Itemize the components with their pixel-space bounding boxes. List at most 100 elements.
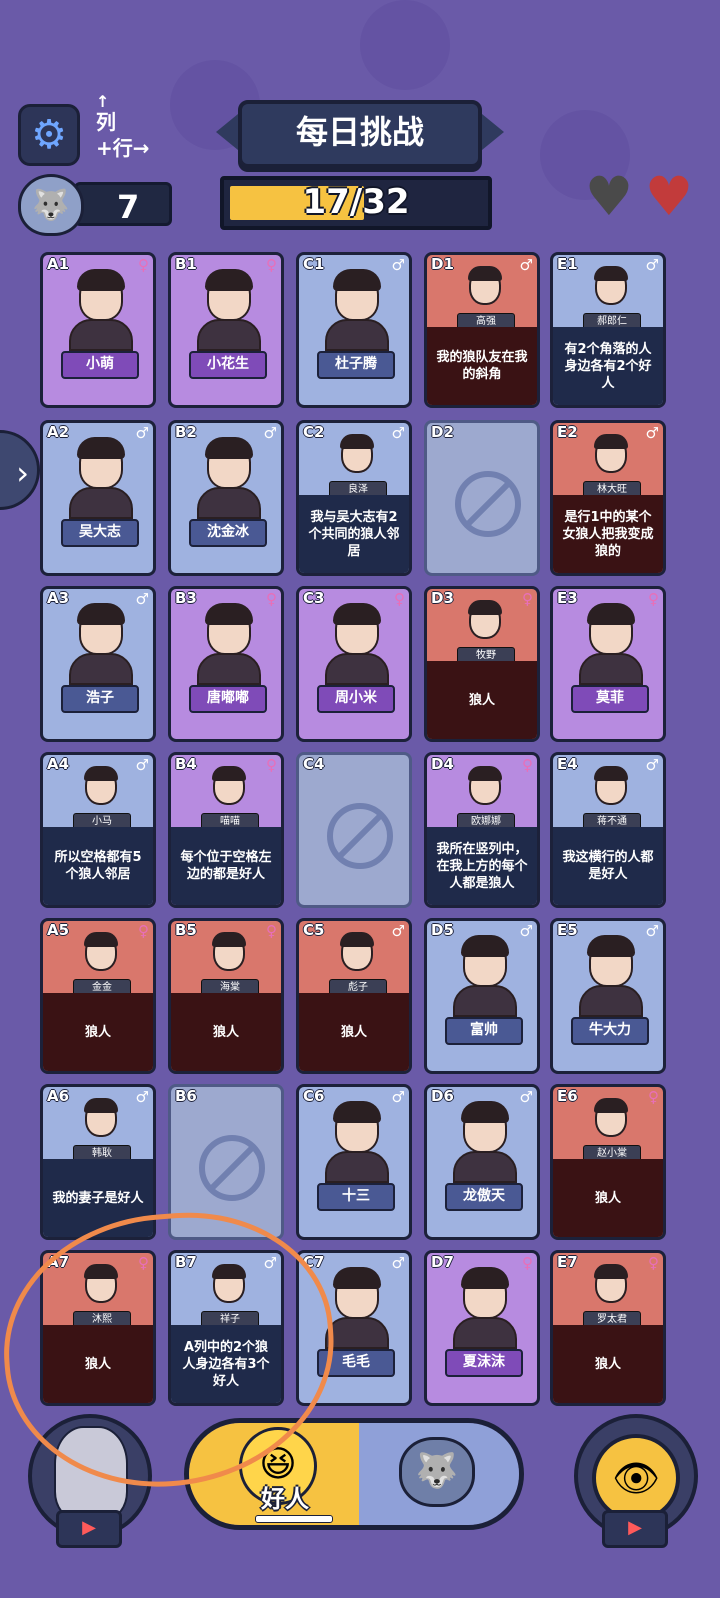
character-portrait bbox=[591, 434, 631, 487]
card-b4[interactable]: B4 ♀ 喵喵 每个位于空格左边的都是好人 bbox=[168, 752, 284, 908]
row-label: +行→ bbox=[96, 136, 150, 160]
card-d5[interactable]: D5 ♂ 富帅 bbox=[424, 918, 540, 1074]
card-coordinate: C4 bbox=[303, 755, 325, 773]
card-e3[interactable]: E3 ♀ 莫菲 bbox=[550, 586, 666, 742]
card-d1[interactable]: D1 ♂ 高强 我的狼队友在我的斜角 bbox=[424, 252, 540, 408]
hint-character-button[interactable]: ▶ bbox=[28, 1414, 152, 1548]
female-icon: ♀ bbox=[522, 1254, 533, 1272]
card-c6[interactable]: C6 ♂ 十三 bbox=[296, 1084, 412, 1240]
good-underline bbox=[255, 1515, 333, 1523]
character-name: 小花生 bbox=[189, 351, 267, 379]
card-c1[interactable]: C1 ♂ 杜子腾 bbox=[296, 252, 412, 408]
card-a5[interactable]: A5 ♀ 金金 狼人 bbox=[40, 918, 156, 1074]
card-e2[interactable]: E2 ♂ 林大旺 是行1中的某个女狼人把我变成狼的 bbox=[550, 420, 666, 576]
card-c3[interactable]: C3 ♀ 周小米 bbox=[296, 586, 412, 742]
card-c5[interactable]: C5 ♂ 彪子 狼人 bbox=[296, 918, 412, 1074]
reveal-eye-button[interactable]: 👁 ▶ bbox=[574, 1414, 698, 1548]
card-coordinate: D4 bbox=[431, 755, 454, 773]
card-coordinate: C6 bbox=[303, 1087, 325, 1105]
card-b5[interactable]: B5 ♀ 海棠 狼人 bbox=[168, 918, 284, 1074]
clue-text: 狼人 bbox=[43, 993, 153, 1071]
card-d4[interactable]: D4 ♀ 欧娜娜 我所在竖列中，在我上方的每个人都是狼人 bbox=[424, 752, 540, 908]
character-portrait bbox=[465, 600, 505, 653]
card-e4[interactable]: E4 ♂ 蒋不通 我这横行的人都是好人 bbox=[550, 752, 666, 908]
character-name: 莫菲 bbox=[571, 685, 649, 713]
card-coordinate: C5 bbox=[303, 921, 325, 939]
male-icon: ♂ bbox=[391, 424, 405, 442]
clue-text: 狼人 bbox=[299, 993, 409, 1071]
card-a6[interactable]: A6 ♂ 韩耿 我的妻子是好人 bbox=[40, 1084, 156, 1240]
card-b1[interactable]: B1 ♀ 小花生 bbox=[168, 252, 284, 408]
character-name: 龙傲天 bbox=[445, 1183, 523, 1211]
character-portrait bbox=[69, 603, 133, 685]
card-b6[interactable]: B6 bbox=[168, 1084, 284, 1240]
card-b7[interactable]: B7 ♂ 祥子 A列中的2个狼人身边各有3个好人 bbox=[168, 1250, 284, 1406]
card-a1[interactable]: A1 ♀ 小萌 bbox=[40, 252, 156, 408]
card-c7[interactable]: C7 ♂ 毛毛 bbox=[296, 1250, 412, 1406]
female-icon: ♀ bbox=[522, 590, 533, 608]
character-name: 小萌 bbox=[61, 351, 139, 379]
card-coordinate: B3 bbox=[175, 589, 197, 607]
clue-text: 我与吴大志有2个共同的狼人邻居 bbox=[299, 495, 409, 573]
character-portrait bbox=[197, 603, 261, 685]
character-portrait bbox=[81, 766, 121, 819]
card-d3[interactable]: D3 ♀ 牧野 狼人 bbox=[424, 586, 540, 742]
character-portrait bbox=[591, 766, 631, 819]
settings-gear-button[interactable]: ⚙ bbox=[18, 104, 80, 166]
card-coordinate: D7 bbox=[431, 1253, 454, 1271]
card-coordinate: B4 bbox=[175, 755, 197, 773]
character-portrait bbox=[453, 1101, 517, 1183]
no-entry-icon bbox=[327, 803, 393, 869]
character-portrait bbox=[209, 1264, 249, 1317]
card-coordinate: A3 bbox=[47, 589, 70, 607]
card-d6[interactable]: D6 ♂ 龙傲天 bbox=[424, 1084, 540, 1240]
card-e7[interactable]: E7 ♀ 罗太君 狼人 bbox=[550, 1250, 666, 1406]
character-name: 浩子 bbox=[61, 685, 139, 713]
no-entry-icon bbox=[455, 471, 521, 537]
wolf-count: 7 bbox=[74, 182, 172, 226]
card-a3[interactable]: A3 ♂ 浩子 bbox=[40, 586, 156, 742]
card-coordinate: D6 bbox=[431, 1087, 454, 1105]
card-d2[interactable]: D2 bbox=[424, 420, 540, 576]
male-icon: ♂ bbox=[391, 256, 405, 274]
card-e1[interactable]: E1 ♂ 郝郎仁 有2个角落的人身边各有2个好人 bbox=[550, 252, 666, 408]
card-e5[interactable]: E5 ♂ 牛大力 bbox=[550, 918, 666, 1074]
card-a4[interactable]: A4 ♂ 小马 所以空格都有5个狼人邻居 bbox=[40, 752, 156, 908]
video-camera-icon: ▶ bbox=[56, 1510, 122, 1548]
card-e6[interactable]: E6 ♀ 赵小棠 狼人 bbox=[550, 1084, 666, 1240]
card-coordinate: B5 bbox=[175, 921, 197, 939]
card-coordinate: A7 bbox=[47, 1253, 70, 1271]
character-portrait bbox=[591, 1098, 631, 1151]
card-coordinate: C7 bbox=[303, 1253, 325, 1271]
card-c4[interactable]: C4 bbox=[296, 752, 412, 908]
card-d7[interactable]: D7 ♀ 夏沫沫 bbox=[424, 1250, 540, 1406]
card-coordinate: E5 bbox=[557, 921, 578, 939]
male-icon: ♂ bbox=[135, 1088, 149, 1106]
card-coordinate: E7 bbox=[557, 1253, 578, 1271]
row-column-toggle[interactable]: ↑ 列 +行→ bbox=[94, 92, 164, 160]
male-icon: ♂ bbox=[519, 1088, 533, 1106]
male-icon: ♂ bbox=[135, 590, 149, 608]
clue-text: 是行1中的某个女狼人把我变成狼的 bbox=[553, 495, 663, 573]
clue-text: 我的妻子是好人 bbox=[43, 1159, 153, 1237]
card-b2[interactable]: B2 ♂ 沈金冰 bbox=[168, 420, 284, 576]
character-portrait bbox=[209, 766, 249, 819]
good-wolf-toggle[interactable]: 😆 好人 🐺 bbox=[184, 1418, 524, 1530]
character-name: 十三 bbox=[317, 1183, 395, 1211]
card-a7[interactable]: A7 ♀ 沐熙 狼人 bbox=[40, 1250, 156, 1406]
page-title: 每日挑战 bbox=[216, 100, 504, 168]
female-icon: ♀ bbox=[266, 590, 277, 608]
card-c2[interactable]: C2 ♂ 良泽 我与吴大志有2个共同的狼人邻居 bbox=[296, 420, 412, 576]
character-portrait bbox=[337, 434, 377, 487]
side-drawer-button[interactable]: › bbox=[0, 430, 40, 510]
character-portrait bbox=[325, 1101, 389, 1183]
card-b3[interactable]: B3 ♀ 唐嘟嘟 bbox=[168, 586, 284, 742]
male-icon: ♂ bbox=[645, 424, 659, 442]
character-name: 周小米 bbox=[317, 685, 395, 713]
card-a2[interactable]: A2 ♂ 吴大志 bbox=[40, 420, 156, 576]
card-coordinate: D3 bbox=[431, 589, 454, 607]
card-coordinate: A6 bbox=[47, 1087, 70, 1105]
clue-text: 所以空格都有5个狼人邻居 bbox=[43, 827, 153, 905]
female-icon: ♀ bbox=[138, 256, 149, 274]
character-name: 杜子腾 bbox=[317, 351, 395, 379]
